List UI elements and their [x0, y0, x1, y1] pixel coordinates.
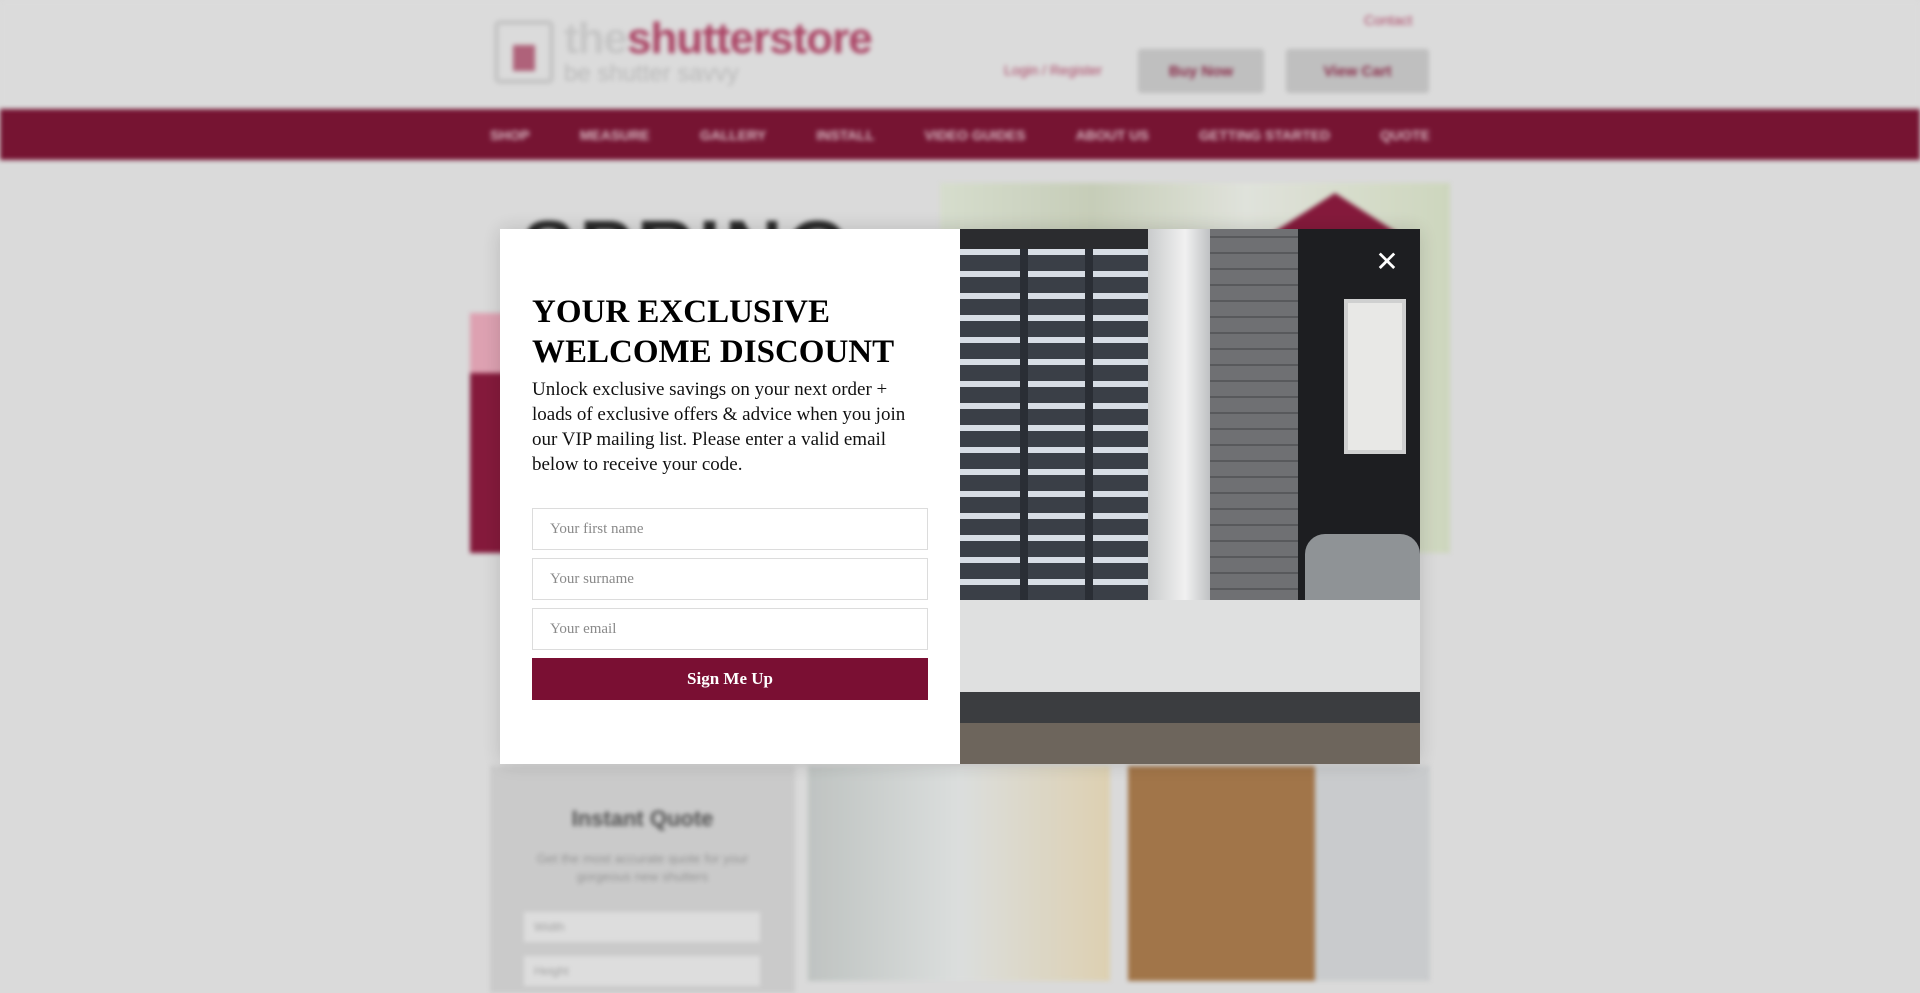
modal-title: YOUR EXCLUSIVE WELCOME DISCOUNT: [532, 294, 895, 370]
welcome-discount-modal: YOUR EXCLUSIVE WELCOME DISCOUNT Unlock e…: [500, 229, 1420, 764]
modal-form-panel: YOUR EXCLUSIVE WELCOME DISCOUNT Unlock e…: [500, 229, 960, 764]
close-icon[interactable]: ✕: [1372, 247, 1402, 277]
bed: [960, 559, 1420, 764]
wall-art: [1344, 299, 1406, 454]
modal-description: Unlock exclusive savings on your next or…: [532, 379, 906, 475]
email-input[interactable]: [532, 608, 928, 650]
surname-input[interactable]: [532, 558, 928, 600]
modal-bedroom-image: ✕: [960, 229, 1420, 764]
sign-me-up-button[interactable]: Sign Me Up: [532, 658, 928, 700]
first-name-input[interactable]: [532, 508, 928, 550]
